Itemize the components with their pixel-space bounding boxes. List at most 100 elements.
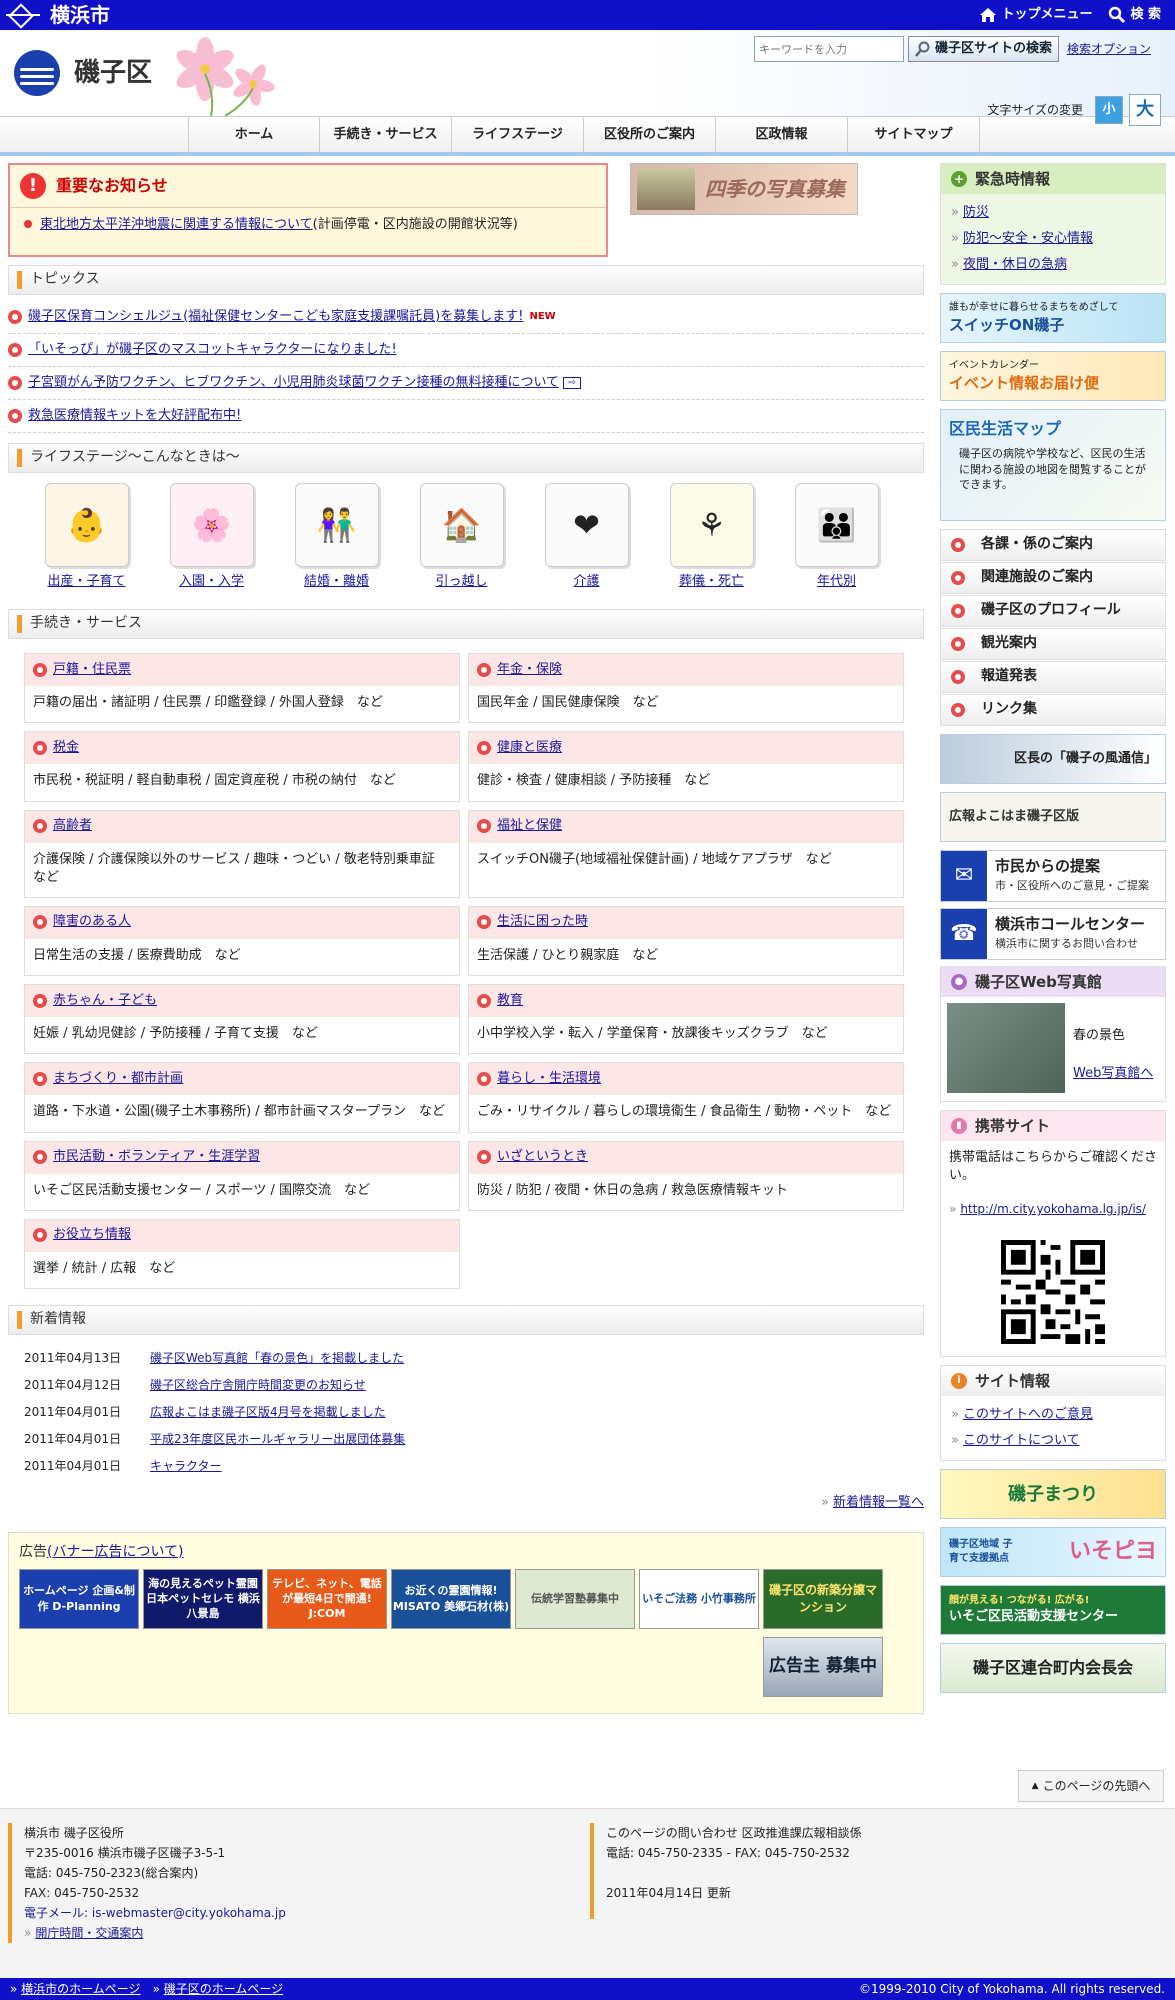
festival-banner[interactable]: 磯子まつり — [940, 1469, 1166, 1520]
service-link[interactable]: お役立ち情報 — [53, 1226, 131, 1244]
lifestage-care[interactable]: ❤ 介護 — [524, 483, 649, 591]
news-link[interactable]: 平成23年度区民ホールギャラリー出展団体募集 — [150, 1431, 405, 1448]
ward-logo[interactable]: 磯子区 — [14, 50, 152, 96]
koho-banner[interactable]: 広報よこはま磯子区版 — [940, 792, 1166, 842]
news-link[interactable]: キャラクター — [150, 1458, 222, 1475]
callcenter-box[interactable]: ☎ 横浜市コールセンター 横浜市に関するお問い合わせ — [940, 908, 1166, 960]
menu-facilities[interactable]: 関連施設のご案内 — [940, 562, 1166, 594]
lifestage-funeral[interactable]: ⚘ 葬儀・死亡 — [649, 483, 774, 591]
service-link[interactable]: 市民活動・ボランティア・生涯学習 — [53, 1148, 260, 1166]
yokohama-home-link[interactable]: 横浜市のホームページ — [21, 1982, 140, 1996]
service-link[interactable]: 高齢者 — [53, 817, 92, 835]
lifestage-marriage[interactable]: 👫 結婚・離婚 — [274, 483, 399, 591]
lifestage-label[interactable]: 入園・入学 — [179, 574, 244, 589]
service-link[interactable]: 福祉と保健 — [497, 817, 562, 835]
lifestage-label[interactable]: 引っ越し — [435, 574, 487, 589]
ad-banner[interactable]: お近くの霊園情報! MISATO 美郷石材(株) — [391, 1568, 511, 1629]
footer-hours-link[interactable]: 開庁時間・交通案内 — [35, 1926, 143, 1940]
ad-banner[interactable]: 海の見えるペット霊園 日本ペットセレモ 横浜八景島 — [143, 1568, 263, 1629]
news-link[interactable]: 磯子区総合庁舎開庁時間変更のお知らせ — [150, 1377, 366, 1394]
site-info-link[interactable]: このサイトについて — [963, 1432, 1080, 1450]
nav-sitemap[interactable]: サイトマップ — [848, 117, 980, 153]
service-link[interactable]: 暮らし・生活環境 — [497, 1070, 601, 1088]
news-link[interactable]: 磯子区Web写真館「春の景色」を掲載しました — [150, 1350, 404, 1367]
top-search-link[interactable]: 検 索 — [1108, 6, 1161, 24]
emergency-link[interactable]: 夜間・休日の急病 — [963, 256, 1067, 274]
service-title: 税金 — [25, 732, 459, 765]
service-link[interactable]: 赤ちゃん・子ども — [53, 992, 157, 1010]
nav-home[interactable]: ホーム — [188, 117, 320, 153]
nav-procedures[interactable]: 手続き・サービス — [320, 117, 452, 153]
topic-link[interactable]: 子宮頸がん予防ワクチン、ヒブワクチン、小児用肺炎球菌ワクチン接種の無料接種につい… — [28, 374, 559, 392]
footer-email[interactable]: 電子メール: is-webmaster@city.yokohama.jp — [24, 1903, 286, 1923]
search-options-link[interactable]: 検索オプション — [1067, 41, 1151, 58]
service-link[interactable]: まちづくり・都市計画 — [53, 1070, 183, 1088]
isopiyo-banner[interactable]: 磯子区地域 子育て支援拠点 いそピヨ — [940, 1527, 1166, 1578]
lifestage-birth[interactable]: 👶 出産・子育て — [24, 483, 149, 591]
service-link[interactable]: 教育 — [497, 992, 523, 1010]
lifestage-label[interactable]: 介護 — [573, 574, 599, 589]
isogo-home-link[interactable]: 磯子区のホームページ — [164, 1982, 283, 1996]
lifestage-label[interactable]: 葬儀・死亡 — [679, 574, 744, 589]
service-link[interactable]: 障害のある人 — [53, 913, 131, 931]
font-small-button[interactable]: 小 — [1095, 96, 1123, 124]
earthquake-info-link[interactable]: 東北地方太平洋沖地震に関連する情報について — [40, 217, 313, 232]
service-link[interactable]: 生活に困った時 — [497, 913, 588, 931]
emergency-link[interactable]: 防災 — [963, 204, 989, 222]
site-info-link[interactable]: このサイトへのご意見 — [963, 1406, 1093, 1424]
event-calendar-banner[interactable]: イベントカレンダー イベント情報お届け便 — [940, 351, 1166, 401]
flower-bullet-icon — [951, 670, 965, 684]
service-link[interactable]: 税金 — [53, 739, 79, 757]
ad-banner[interactable]: 伝統学習塾募集中 — [515, 1568, 635, 1629]
lifestage-moving[interactable]: 🏠 引っ越し — [399, 483, 524, 591]
emergency-link[interactable]: 防犯～安全・安心情報 — [963, 230, 1093, 248]
ad-banner[interactable]: ホームページ 企画&制作 D-Planning — [19, 1568, 139, 1629]
ad-banner[interactable]: 磯子区の新築分譲マンション — [763, 1568, 883, 1629]
mayor-banner[interactable]: 区長の「磯子の風通信」 — [940, 734, 1166, 784]
map-banner[interactable]: 区民生活マップ 磯子区の病院や学校など、区民の生活に関わる施設の地図を閲覧するこ… — [940, 409, 1166, 521]
chokai-banner[interactable]: 磯子区連合町内会長会 — [940, 1643, 1166, 1694]
nav-ward-office[interactable]: 区役所のご案内 — [584, 117, 716, 153]
lifestage-label[interactable]: 出産・子育て — [47, 574, 125, 589]
menu-departments[interactable]: 各課・係のご案内 — [940, 529, 1166, 561]
gallery-photo[interactable] — [947, 1003, 1065, 1093]
ad-banner[interactable]: いそご法務 小竹事務所 — [639, 1568, 759, 1629]
news-link[interactable]: 広報よこはま磯子区版4月号を掲載しました — [150, 1404, 386, 1421]
service-link[interactable]: 戸籍・住民票 — [53, 661, 131, 679]
ad-banner[interactable]: テレビ、ネット、電話が最短4日で開通! J:COM — [267, 1568, 387, 1629]
topic-link[interactable]: 「いそっぴ」が磯子区のマスコットキャラクターになりました! — [28, 341, 397, 359]
service-link[interactable]: 健康と医療 — [497, 739, 562, 757]
service-link[interactable]: いざというとき — [497, 1148, 588, 1166]
lifestage-age[interactable]: 👪 年代別 — [774, 483, 899, 591]
proposal-box[interactable]: ✉ 市民からの提案 市・区役所へのご意見・ご提案 — [940, 850, 1166, 902]
ward-search-button[interactable]: 磯子区サイトの検索 — [908, 36, 1060, 62]
menu-links[interactable]: リンク集 — [940, 694, 1166, 726]
menu-press[interactable]: 報道発表 — [940, 661, 1166, 693]
menu-tourism[interactable]: 観光案内 — [940, 628, 1166, 660]
news-more-link[interactable]: 新着情報一覧へ — [833, 1495, 924, 1510]
ad-recruit-banner[interactable]: 広告主 募集中 — [763, 1636, 883, 1697]
lifestage-school[interactable]: 🌸 入園・入学 — [149, 483, 274, 591]
news-item: 2011年04月01日 キャラクター — [24, 1453, 908, 1480]
photo-gallery-link[interactable]: Web写真館へ — [1073, 1065, 1153, 1083]
page-top-button[interactable]: ▲ このページの先頭へ — [1018, 1770, 1164, 1802]
city-logo[interactable]: 横浜市 — [6, 1, 110, 29]
menu-profile[interactable]: 磯子区のプロフィール — [940, 595, 1166, 627]
nav-ward-admin[interactable]: 区政情報 — [716, 117, 848, 153]
top-menu-link[interactable]: トップメニュー — [979, 6, 1092, 24]
seasonal-photo-banner[interactable]: 四季の写真募集 — [630, 163, 858, 215]
event-banner-sub: イベントカレンダー — [949, 359, 1039, 371]
nav-lifestage[interactable]: ライフステージ — [452, 117, 584, 153]
search-input[interactable] — [754, 36, 904, 62]
lifestage-label[interactable]: 結婚・離婚 — [304, 574, 369, 589]
service-link[interactable]: 年金・保険 — [497, 661, 562, 679]
civic-center-banner[interactable]: 顔が見える! つながる! 広がる! いそご区民活動支援センター — [940, 1585, 1166, 1636]
font-large-button[interactable]: 大 — [1129, 94, 1161, 126]
mobile-url-link[interactable]: http://m.city.yokohama.lg.jp/is/ — [960, 1202, 1146, 1216]
news-more: » 新着情報一覧へ — [8, 1480, 924, 1522]
switch-on-banner[interactable]: 誰もが幸せに暮らせるまちをめざして スイッチON磯子 — [940, 293, 1166, 343]
ad-about-link[interactable]: (バナー広告について) — [47, 1544, 184, 1560]
lifestage-label[interactable]: 年代別 — [817, 574, 856, 589]
topic-link[interactable]: 救急医療情報キットを大好評配布中! — [28, 407, 241, 425]
topic-link[interactable]: 磯子区保育コンシェルジュ(福祉保健センターこども家庭支援課嘱託員)を募集します! — [28, 308, 523, 326]
